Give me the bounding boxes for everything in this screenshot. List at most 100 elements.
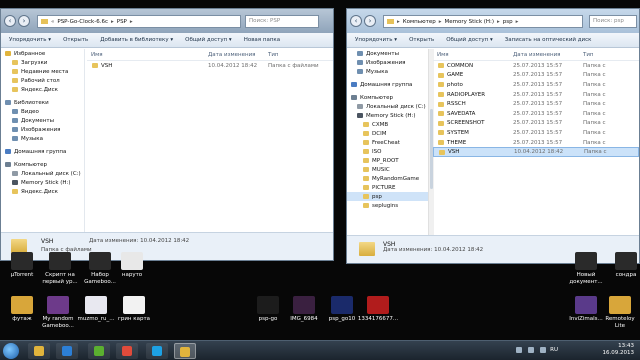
star-icon	[5, 51, 11, 56]
desktop-icon[interactable]: Скрипт на первый ур...	[38, 252, 82, 285]
nav-item-cxmb[interactable]: CXMB	[347, 120, 428, 129]
nav-item-домашняя-группа[interactable]: Домашняя группа	[1, 147, 84, 156]
taskbar-app-explorer-window[interactable]	[174, 343, 196, 359]
start-button-icon[interactable]	[3, 343, 19, 359]
organize-button[interactable]: Упорядочить ▾	[9, 37, 51, 43]
nav-item-изображения[interactable]: Изображения	[347, 58, 428, 67]
desktop-icon[interactable]: сондра	[604, 252, 640, 279]
breadcrumb-item[interactable]: Компьютер	[403, 19, 436, 25]
nav-item-компьютер[interactable]: Компьютер	[347, 93, 428, 102]
nav-item-видео[interactable]: Видео	[1, 107, 84, 116]
search-input[interactable]: Поиск: PSP	[245, 15, 319, 28]
table-row[interactable]: GAME 25.07.2013 15:57 Папка с	[433, 71, 639, 81]
organize-button[interactable]: Упорядочить ▾	[355, 37, 397, 43]
share-button[interactable]: Общий доступ ▾	[446, 37, 493, 43]
nav-item-music[interactable]: MUSIC	[347, 165, 428, 174]
new-folder-button[interactable]: Новая папка	[244, 37, 280, 43]
share-button[interactable]: Общий доступ ▾	[185, 37, 232, 43]
nav-buttons: ‹ ›	[350, 15, 376, 27]
table-row[interactable]: SYSTEM 25.07.2013 15:57 Папка с	[433, 128, 639, 138]
column-header-name[interactable]: Имя	[87, 52, 208, 58]
desktop-icon[interactable]: Новый документ...	[564, 252, 608, 285]
nav-item-музыка[interactable]: Музыка	[1, 134, 84, 143]
nav-item-psp[interactable]: psp	[347, 192, 428, 201]
nav-item-локальный-диск-c[interactable]: Локальный диск (C:)	[347, 102, 428, 111]
nav-item-mp-root[interactable]: MP_ROOT	[347, 156, 428, 165]
details-date: Дата изменения: 10.04.2012 18:42	[383, 247, 484, 253]
clock[interactable]: 13:43 16.09.2013	[603, 343, 635, 357]
network-icon[interactable]	[540, 347, 546, 353]
open-button[interactable]: Открыть	[409, 37, 434, 43]
back-arrow-icon[interactable]: ‹	[4, 15, 16, 27]
file-date: 25.07.2013 15:57	[513, 110, 563, 117]
nav-item-seplugins[interactable]: seplugins	[347, 201, 428, 210]
shortcut-icon	[331, 296, 353, 314]
nav-item-изображения[interactable]: Изображения	[1, 125, 84, 134]
nav-item-яндекс-диск[interactable]: Яндекс.Диск	[1, 85, 84, 94]
column-header-date[interactable]: Дата изменения	[208, 52, 268, 58]
tray-arrow-icon[interactable]	[516, 347, 522, 353]
nav-item-dcim[interactable]: DCIM	[347, 129, 428, 138]
address-bar[interactable]: « PSP-Go-Clock-6.6c ▸ PSP ▸	[37, 15, 241, 28]
breadcrumb-item[interactable]: Memory Stick (H:)	[445, 19, 495, 25]
forward-arrow-icon[interactable]: ›	[18, 15, 30, 27]
taskbar-app-utorrent[interactable]	[88, 343, 110, 359]
nav-item-freecheat[interactable]: FreeCheat	[347, 138, 428, 147]
breadcrumb-item[interactable]: PSP-Go-Clock-6.6c	[57, 19, 108, 25]
desktop-icon[interactable]: 1334176677...	[356, 296, 400, 323]
nav-item-рабочий-стол[interactable]: Рабочий стол	[1, 76, 84, 85]
nav-item-memory-stick-h[interactable]: Memory Stick (H:)	[347, 111, 428, 120]
taskbar-app-mediaplayer[interactable]	[56, 343, 78, 359]
add-to-library-button[interactable]: Добавить в библиотеку ▾	[100, 37, 173, 43]
table-row[interactable]: VSH 10.04.2012 18:42 Папка с файлами	[87, 61, 333, 71]
table-row[interactable]: VSH 10.04.2012 18:42 Папка с	[433, 147, 639, 157]
nav-item-избранное[interactable]: Избранное	[1, 49, 84, 58]
nav-item-музыка[interactable]: Музыка	[347, 67, 428, 76]
taskbar-app-explorer[interactable]	[28, 343, 50, 359]
breadcrumb-item[interactable]: psp	[503, 19, 513, 25]
table-row[interactable]: SAVEDATA 25.07.2013 15:57 Папка с	[433, 109, 639, 119]
nav-item-memory-stick-h[interactable]: Memory Stick (H:)	[1, 178, 84, 187]
table-row[interactable]: photo 25.07.2013 15:57 Папка с	[433, 80, 639, 90]
desktop-icon[interactable]: Remoteloy Lite	[598, 296, 640, 329]
explorer-window-memory-stick[interactable]: ‹ › ▸ Компьютер ▸ Memory Stick (H:) ▸ ps…	[346, 8, 640, 264]
table-row[interactable]: RADIOPLAYER 25.07.2013 15:57 Папка с	[433, 90, 639, 100]
table-row[interactable]: SCREENSHOT 25.07.2013 15:57 Папка с	[433, 119, 639, 129]
breadcrumb-item[interactable]: PSP	[117, 19, 127, 25]
taskbar-app-chrome[interactable]	[116, 343, 138, 359]
nav-item-локальный-диск-c[interactable]: Локальный диск (C:)	[1, 169, 84, 178]
search-input[interactable]: Поиск: psp	[589, 15, 637, 28]
forward-arrow-icon[interactable]: ›	[364, 15, 376, 27]
column-header-type[interactable]: Тип	[583, 52, 623, 58]
open-button[interactable]: Открыть	[63, 37, 88, 43]
file-name: RSSCH	[447, 101, 466, 108]
language-indicator[interactable]: RU	[550, 347, 558, 353]
explorer-window-psp-folder[interactable]: ‹ › « PSP-Go-Clock-6.6c ▸ PSP ▸ Поиск: P…	[0, 8, 334, 261]
address-bar[interactable]: ▸ Компьютер ▸ Memory Stick (H:) ▸ psp ▸	[383, 15, 583, 28]
burn-disc-button[interactable]: Записать на оптический диск	[505, 37, 592, 43]
file-name: VSH	[448, 149, 460, 156]
column-header-type[interactable]: Тип	[268, 52, 308, 58]
nav-item-документы[interactable]: Документы	[1, 116, 84, 125]
column-header-name[interactable]: Имя	[433, 52, 513, 58]
nav-item-picture[interactable]: PICTURE	[347, 183, 428, 192]
nav-item-документы[interactable]: Документы	[347, 49, 428, 58]
table-row[interactable]: COMMON 25.07.2013 15:57 Папка с	[433, 61, 639, 71]
nav-item-библиотеки[interactable]: Библиотеки	[1, 98, 84, 107]
desktop-icon[interactable]: грин карта	[112, 296, 156, 323]
nav-item-iso[interactable]: ISO	[347, 147, 428, 156]
nav-item-яндекс-диск[interactable]: Яндекс.Диск	[1, 187, 84, 196]
column-header-date[interactable]: Дата изменения	[513, 52, 583, 58]
nav-item-недавние-места[interactable]: Недавние места	[1, 67, 84, 76]
nav-item-myrandomgame[interactable]: MyRandomGame	[347, 174, 428, 183]
nav-item-загрузки[interactable]: Загрузки	[1, 58, 84, 67]
desktop-icon[interactable]: наруто	[110, 252, 154, 279]
shortcut-icon	[11, 252, 33, 270]
nav-item-домашняя-группа[interactable]: Домашняя группа	[347, 80, 428, 89]
back-arrow-icon[interactable]: ‹	[350, 15, 362, 27]
table-row[interactable]: RSSCH 25.07.2013 15:57 Папка с	[433, 99, 639, 109]
volume-icon[interactable]	[528, 347, 534, 353]
table-row[interactable]: THEME 25.07.2013 15:57 Папка с	[433, 138, 639, 148]
taskbar-app-skype[interactable]	[146, 343, 168, 359]
nav-item-компьютер[interactable]: Компьютер	[1, 160, 84, 169]
